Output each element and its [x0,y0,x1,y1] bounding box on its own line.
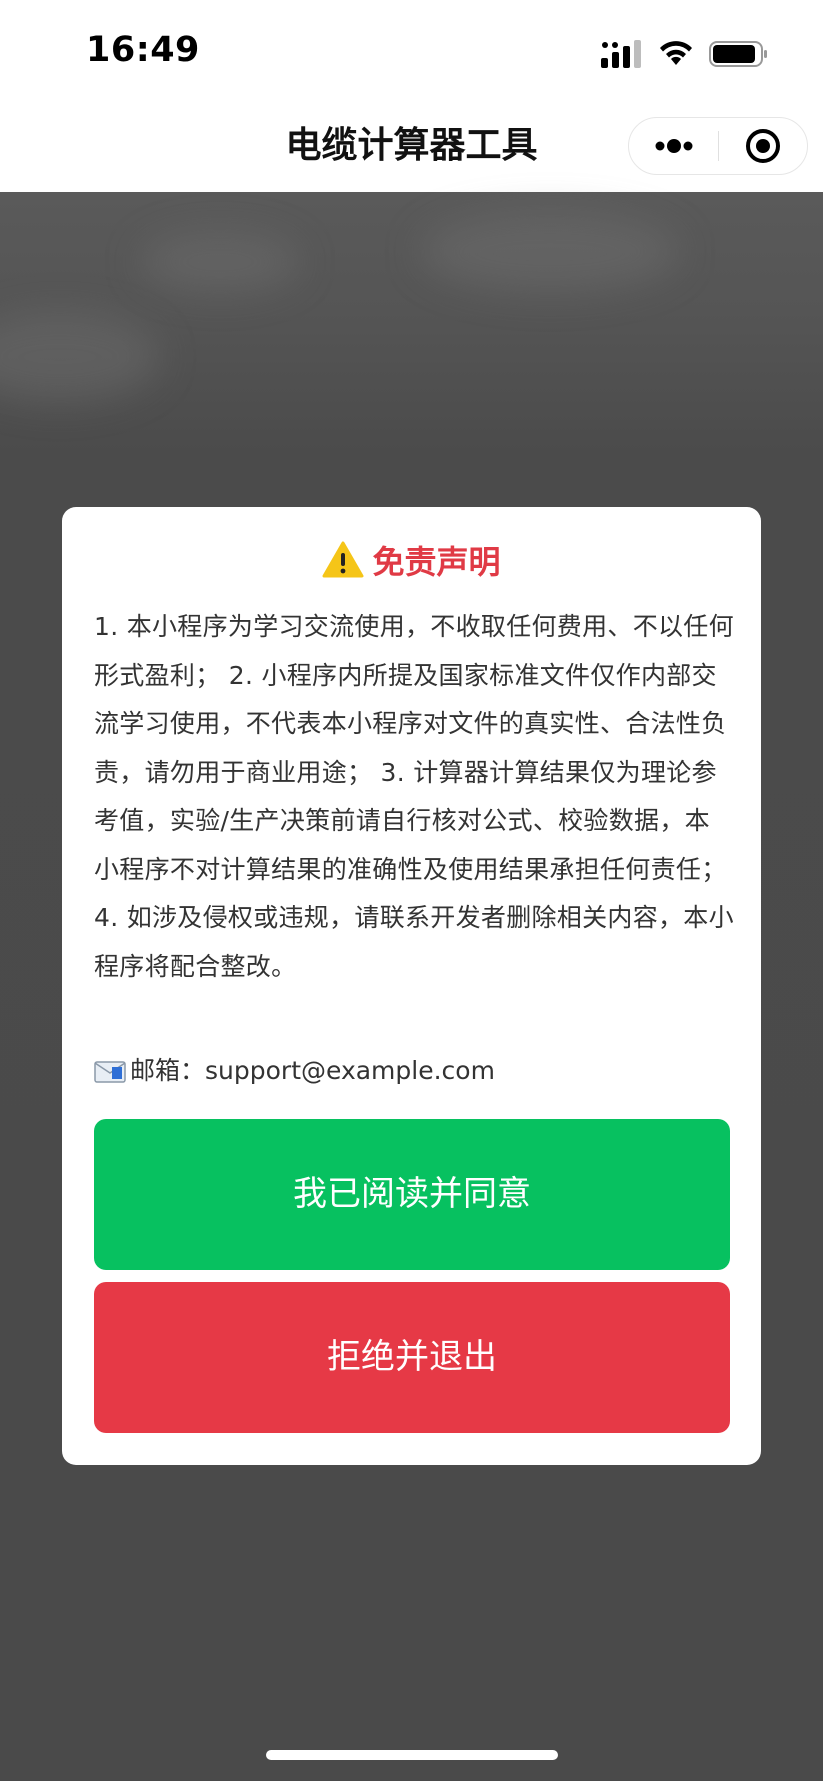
reject-exit-button[interactable]: 拒绝并退出 [94,1282,730,1433]
mail-icon [94,1061,126,1083]
warning-icon [322,541,364,578]
battery-icon [709,41,767,67]
email-label: 邮箱： [130,1056,206,1085]
signal-icon [601,40,641,68]
agree-button[interactable]: 我已阅读并同意 [94,1119,730,1270]
nav-bar: 电缆计算器工具 [0,100,823,192]
email-row: 邮箱：support@example.com [94,1051,734,1091]
status-bar: 16:49 [0,0,823,100]
wifi-icon [660,41,692,65]
disclaimer-text: 1. 本小程序为学习交流使用，不收取任何费用、不以任何形式盈利； 2. 小程序内… [94,612,734,981]
disclaimer-modal: 免责声明 1. 本小程序为学习交流使用，不收取任何费用、不以任何形式盈利； 2.… [62,507,761,1465]
home-indicator [266,1750,558,1760]
close-mini-program-icon[interactable] [719,118,808,174]
modal-header: 免责声明 [62,537,761,587]
modal-title: 免责声明 [372,543,501,581]
status-time: 16:49 [86,30,200,70]
more-icon[interactable] [629,118,718,174]
email-address: support@example.com [205,1056,495,1085]
mini-program-capsule [628,117,808,175]
